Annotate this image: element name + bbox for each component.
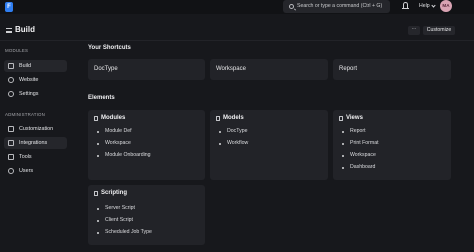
sidebar-item-customization[interactable]: Customization	[4, 123, 67, 135]
chevron-down-icon	[431, 3, 436, 8]
card-models: Models DocType Workflow	[210, 110, 328, 180]
tools-icon	[8, 154, 14, 160]
sidebar-item-label: Users	[19, 168, 34, 174]
sidebar-item-integrations[interactable]: Integrations	[4, 137, 67, 149]
bullet-icon	[219, 131, 221, 133]
sidebar-item-users[interactable]: Users	[4, 165, 67, 177]
shortcut-workspace[interactable]: Workspace	[210, 59, 328, 80]
card-title: Views	[346, 115, 363, 121]
sidebar-section-modules: MODULES	[5, 48, 29, 53]
card-views: Views Report Print Format Workspace Dash…	[333, 110, 451, 180]
link-label: Workflow	[227, 140, 249, 146]
more-options-button[interactable]: ···	[408, 26, 420, 35]
shortcut-label: DocType	[94, 66, 118, 72]
bullet-icon	[97, 220, 99, 222]
shortcut-report[interactable]: Report	[333, 59, 451, 80]
link-label: Server Script	[105, 205, 135, 211]
bullet-icon	[342, 155, 344, 157]
link-label: Report	[350, 128, 366, 134]
bullet-icon	[219, 143, 221, 145]
sidebar-item-label: Tools	[19, 154, 32, 160]
shortcuts-heading: Your Shortcuts	[88, 45, 131, 51]
card-title: Scripting	[101, 190, 128, 196]
card-modules: Modules Module Def Workspace Module Onbo…	[88, 110, 205, 180]
link-label: Print Format	[350, 140, 379, 146]
bullet-icon	[342, 131, 344, 133]
bullet-icon	[342, 143, 344, 145]
document-icon	[339, 116, 343, 121]
sidebar-item-label: Website	[19, 77, 39, 83]
shortcut-label: Workspace	[216, 66, 246, 72]
user-icon	[8, 168, 14, 174]
search-icon	[289, 4, 294, 9]
document-icon	[94, 116, 98, 121]
document-icon	[216, 116, 220, 121]
user-avatar[interactable]: MA	[440, 0, 452, 12]
header-divider	[0, 40, 474, 41]
notification-bell-icon[interactable]	[402, 2, 409, 9]
app-logo[interactable]: F	[5, 2, 13, 12]
sidebar-toggle-icon[interactable]	[6, 28, 12, 33]
card-title: Models	[223, 115, 244, 121]
sidebar-item-label: Settings	[19, 91, 39, 97]
card-scripting: Scripting Server Script Client Script Sc…	[88, 185, 205, 245]
sidebar-item-tools[interactable]: Tools	[4, 151, 67, 163]
link-label: Module Def	[105, 128, 132, 134]
document-icon	[94, 191, 98, 196]
bullet-icon	[97, 208, 99, 210]
shortcut-label: Report	[339, 66, 358, 72]
link-label: Client Script	[105, 217, 133, 223]
top-navbar: F Search or type a command (Ctrl + G) He…	[0, 0, 474, 14]
customize-button[interactable]: Customize	[423, 26, 455, 35]
link-label: Module Onboarding	[105, 152, 151, 158]
search-placeholder: Search or type a command (Ctrl + G)	[297, 3, 383, 9]
sidebar-item-label: Customization	[19, 126, 54, 132]
bullet-icon	[97, 143, 99, 145]
globe-icon	[8, 77, 14, 83]
card-title: Modules	[101, 115, 126, 121]
sidebar-item-build[interactable]: Build	[4, 60, 67, 72]
sidebar-item-website[interactable]: Website	[4, 74, 67, 86]
customization-icon	[8, 126, 14, 132]
link-label: Workspace	[350, 152, 376, 158]
elements-heading: Elements	[88, 95, 115, 101]
link-label: Scheduled Job Type	[105, 229, 152, 235]
page-title: Build	[15, 25, 35, 34]
sidebar-item-label: Build	[19, 63, 31, 69]
sidebar-item-settings[interactable]: Settings	[4, 88, 67, 100]
sidebar-item-label: Integrations	[19, 140, 48, 146]
shortcut-doctype[interactable]: DocType	[88, 59, 205, 80]
bullet-icon	[97, 131, 99, 133]
bullet-icon	[342, 167, 344, 169]
link-label: Dashboard	[350, 164, 376, 170]
bullet-icon	[97, 232, 99, 234]
help-menu[interactable]: Help	[419, 3, 430, 9]
bullet-icon	[97, 155, 99, 157]
gear-icon	[8, 91, 14, 97]
link-label: DocType	[227, 128, 248, 134]
integrations-icon	[8, 140, 14, 146]
link-label: Workspace	[105, 140, 131, 146]
build-icon	[8, 63, 14, 69]
search-bar[interactable]: Search or type a command (Ctrl + G)	[283, 0, 390, 13]
sidebar-section-administration: ADMINISTRATION	[5, 112, 46, 117]
